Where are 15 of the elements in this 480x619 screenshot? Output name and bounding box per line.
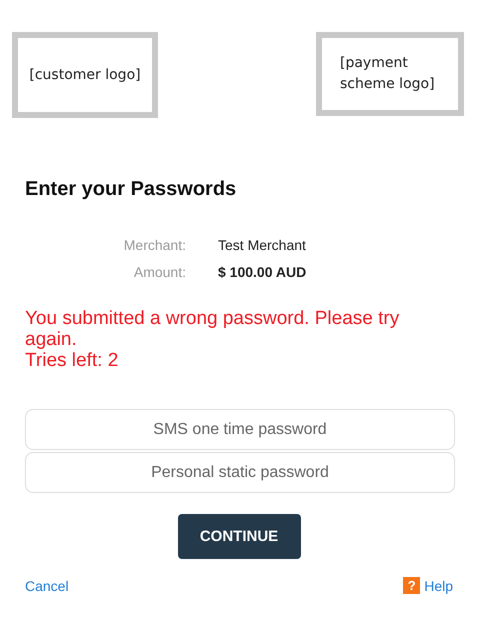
password-field[interactable]: SMS one time password (25, 409, 455, 450)
help-link[interactable]: Help (424, 578, 453, 594)
logo-placeholder-text: [payment scheme logo] (340, 54, 436, 94)
password-field[interactable]: Personal static password (25, 452, 455, 493)
detail-value: $ 100.00 AUD (218, 264, 308, 280)
detail-value: Test Merchant (218, 237, 307, 253)
help-icon[interactable]: ? (403, 577, 420, 594)
detail-label: Amount: (132, 264, 186, 280)
tries-left-text: Tries left: 2 (25, 350, 118, 371)
error-message: You submitted a wrong password. Please try again. (25, 308, 400, 350)
continue-button[interactable]: CONTINUE (178, 514, 300, 559)
logo-placeholder-text: [customer logo] (29, 67, 141, 83)
cancel-link[interactable]: Cancel (25, 578, 69, 594)
detail-label: Merchant: (122, 237, 186, 253)
page-title: Enter your Passwords (25, 178, 238, 201)
